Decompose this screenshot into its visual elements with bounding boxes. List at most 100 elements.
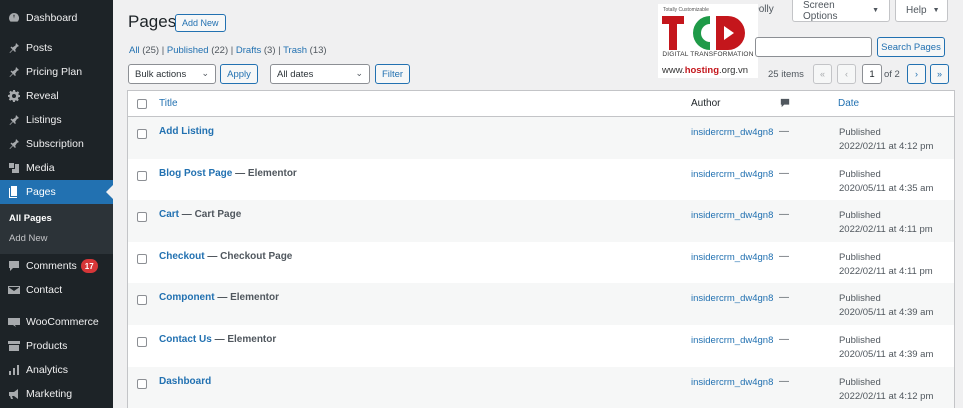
comments-count: — bbox=[779, 126, 789, 137]
comments-count: — bbox=[779, 209, 789, 221]
filter-all-count: (25) bbox=[142, 45, 160, 56]
row-checkbox[interactable] bbox=[137, 295, 147, 306]
author-link[interactable]: insidercrm_dw4gn8 bbox=[691, 292, 775, 306]
date-cell: Published 2022/02/11 at 4:12 pm bbox=[839, 376, 933, 404]
megaphone-icon bbox=[8, 388, 20, 400]
table-row: Dashboard insidercrm_dw4gn8 — Published 2022… bbox=[128, 366, 954, 408]
page-title-link[interactable]: Cart bbox=[159, 209, 179, 220]
page-title-cell: Cart — Cart Page bbox=[159, 209, 241, 220]
help-label: Help bbox=[906, 5, 927, 16]
date-cell: Published 2022/02/11 at 4:12 pm bbox=[839, 126, 933, 154]
page-state: — Cart Page bbox=[179, 209, 242, 221]
sidebar-item-analytics[interactable]: Analytics bbox=[0, 358, 113, 382]
row-checkbox[interactable] bbox=[137, 212, 147, 223]
author-link[interactable]: insidercrm_dw4gn8 bbox=[691, 376, 775, 390]
row-checkbox[interactable] bbox=[137, 129, 147, 139]
submenu-all-pages[interactable]: All Pages bbox=[0, 208, 113, 228]
sidebar-item-label: Contact bbox=[26, 284, 63, 296]
sidebar-item-pricing-plan[interactable]: Pricing Plan bbox=[0, 60, 113, 84]
page-title-link[interactable]: Contact Us bbox=[159, 334, 212, 345]
page-title-link[interactable]: Blog Post Page bbox=[159, 168, 232, 179]
filter-button[interactable]: Filter bbox=[375, 64, 410, 84]
pages-table: Title Author Date Add Listing insidercrm_… bbox=[127, 90, 955, 408]
publish-date: 2020/05/11 at 4:39 am bbox=[839, 348, 934, 360]
sidebar-item-marketing[interactable]: Marketing bbox=[0, 382, 113, 406]
page-title-link[interactable]: Add Listing bbox=[159, 126, 214, 137]
screen-options-label: Screen Options bbox=[803, 0, 838, 22]
screen-options-button[interactable]: Screen Options ▼ bbox=[792, 0, 890, 22]
table-header: Title Author Date bbox=[128, 91, 954, 117]
page-title-link[interactable]: Checkout bbox=[159, 251, 205, 262]
author-link[interactable]: insidercrm_dw4gn8 bbox=[691, 209, 775, 223]
sidebar-item-pages[interactable]: Pages bbox=[0, 180, 113, 204]
row-checkbox[interactable] bbox=[137, 336, 147, 347]
row-checkbox[interactable] bbox=[137, 253, 147, 264]
page-title-cell: Checkout — Checkout Page bbox=[159, 251, 292, 262]
filter-trash-label: Trash bbox=[283, 45, 308, 56]
apply-button[interactable]: Apply bbox=[220, 64, 258, 84]
column-date[interactable]: Date bbox=[838, 98, 859, 109]
dates-filter-value: All dates bbox=[277, 68, 314, 80]
last-page-button[interactable]: » bbox=[930, 64, 949, 84]
sidebar-item-woocommerce[interactable]: WooCommerce bbox=[0, 310, 113, 334]
items-count: 25 items bbox=[768, 69, 804, 80]
help-button[interactable]: Help ▼ bbox=[895, 0, 948, 22]
pages-submenu: All Pages Add New bbox=[0, 204, 113, 254]
publish-status: Published bbox=[839, 210, 881, 222]
sidebar-item-label: Media bbox=[26, 162, 55, 174]
sidebar-item-products[interactable]: Products bbox=[0, 334, 113, 358]
sidebar-item-dashboard[interactable]: Dashboard bbox=[0, 6, 113, 30]
filter-drafts[interactable]: Drafts (3) bbox=[236, 45, 276, 56]
sidebar-item-label: WooCommerce bbox=[26, 316, 99, 328]
comments-count: — bbox=[779, 375, 789, 387]
row-checkbox[interactable] bbox=[137, 378, 147, 389]
author-link[interactable]: insidercrm_dw4gn8 bbox=[691, 126, 775, 140]
author-link[interactable]: insidercrm_dw4gn8 bbox=[691, 251, 775, 265]
sidebar-item-contact[interactable]: Contact bbox=[0, 278, 113, 302]
column-title[interactable]: Title bbox=[159, 98, 178, 109]
sidebar-item-label: Listings bbox=[26, 114, 62, 126]
sidebar-item-label: Pricing Plan bbox=[26, 66, 83, 78]
sidebar-item-posts[interactable]: Posts bbox=[0, 36, 113, 60]
page-title-cell: Contact Us — Elementor bbox=[159, 334, 276, 345]
filter-published[interactable]: Published (22) bbox=[167, 45, 228, 56]
sidebar-item-media[interactable]: Media bbox=[0, 156, 113, 180]
search-pages-button[interactable]: Search Pages bbox=[877, 37, 945, 57]
submenu-add-new[interactable]: Add New bbox=[0, 228, 113, 248]
chevron-down-icon: ⌄ bbox=[355, 68, 363, 78]
add-new-button[interactable]: Add New bbox=[175, 14, 226, 32]
search-input[interactable] bbox=[755, 37, 872, 57]
current-page-input[interactable]: 1 bbox=[862, 64, 882, 84]
row-checkbox[interactable] bbox=[137, 170, 147, 181]
sidebar-item-label: Pages bbox=[26, 186, 56, 198]
comment-icon bbox=[8, 260, 20, 272]
page-title-cell: Dashboard bbox=[159, 376, 211, 387]
publish-date: 2022/02/11 at 4:12 pm bbox=[839, 390, 934, 402]
pin-icon bbox=[8, 138, 20, 150]
sidebar-item-label: Posts bbox=[26, 42, 53, 54]
filter-all[interactable]: All (25) bbox=[129, 45, 159, 56]
author-link[interactable]: insidercrm_dw4gn8 bbox=[691, 168, 775, 182]
filter-trash[interactable]: Trash (13) bbox=[283, 45, 326, 56]
sidebar-item-listings[interactable]: Listings bbox=[0, 108, 113, 132]
pin-icon bbox=[8, 66, 20, 78]
comments-count: — bbox=[779, 292, 789, 304]
dates-filter-select[interactable]: All dates ⌄ bbox=[270, 64, 370, 84]
sidebar-item-comments[interactable]: Comments 17 bbox=[0, 254, 113, 278]
gear-icon bbox=[8, 90, 20, 102]
publish-date: 2020/05/11 at 4:35 am bbox=[839, 182, 934, 194]
page-title-link[interactable]: Component bbox=[159, 292, 215, 303]
sidebar-item-label: Comments bbox=[26, 260, 77, 272]
publish-status: Published bbox=[839, 334, 881, 346]
sidebar-item-reveal[interactable]: Reveal bbox=[0, 84, 113, 108]
page-title-link[interactable]: Dashboard bbox=[159, 376, 211, 387]
column-author: Author bbox=[691, 98, 721, 109]
caret-down-icon: ▼ bbox=[932, 7, 940, 14]
author-link[interactable]: insidercrm_dw4gn8 bbox=[691, 334, 775, 348]
next-page-button[interactable]: › bbox=[907, 64, 926, 84]
page-title-cell: Blog Post Page — Elementor bbox=[159, 168, 297, 179]
bulk-actions-select[interactable]: Bulk actions ⌄ bbox=[128, 64, 216, 84]
sidebar-item-subscription[interactable]: Subscription bbox=[0, 132, 113, 156]
logo-url-prefix: www. bbox=[662, 65, 685, 76]
select-all-checkbox[interactable] bbox=[137, 99, 147, 109]
